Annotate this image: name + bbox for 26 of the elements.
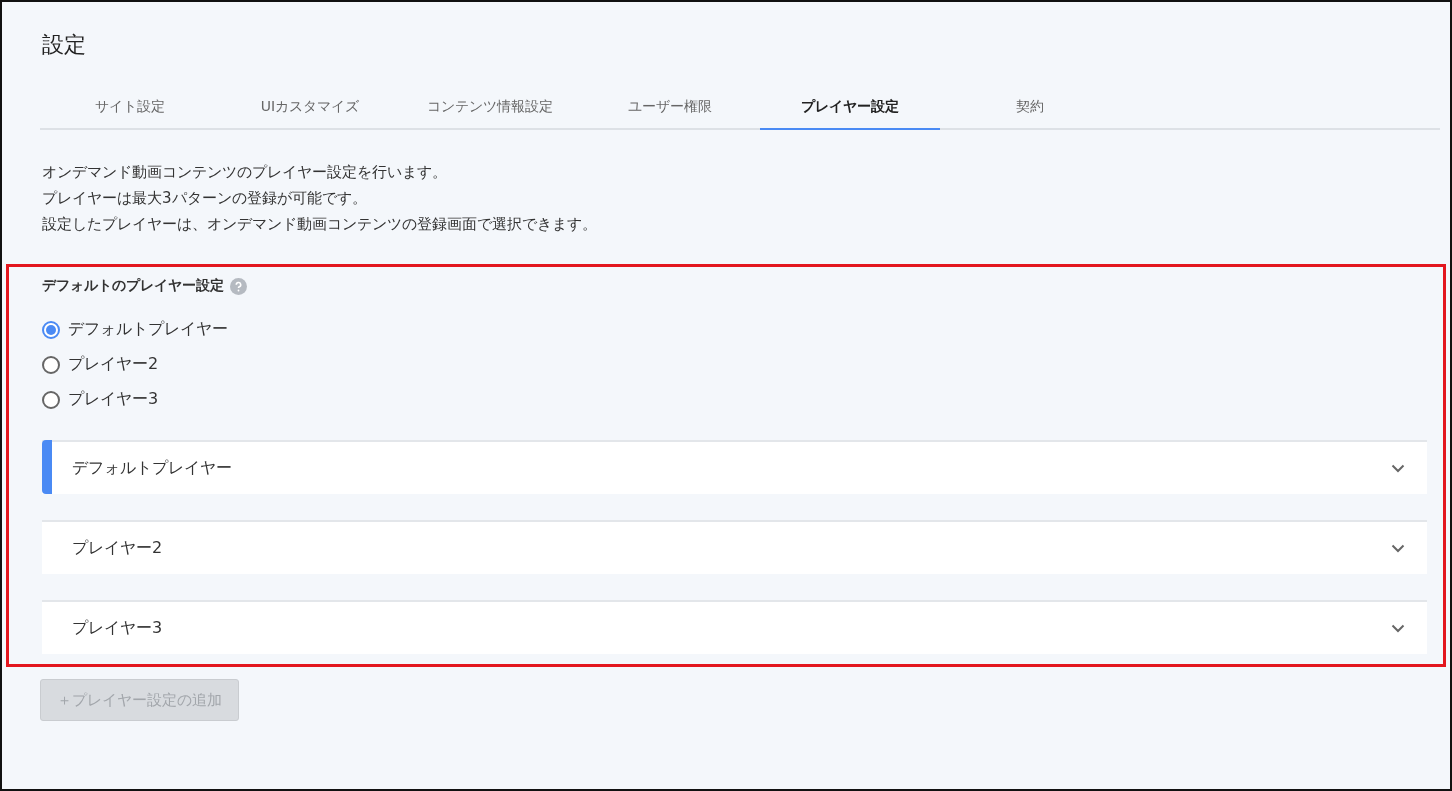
player-accordion[interactable]: プレイヤー3 <box>42 600 1427 654</box>
settings-tab[interactable]: プレイヤー設定 <box>760 90 940 130</box>
radio-icon[interactable] <box>42 355 60 374</box>
description-text: プレイヤーは最大3パターンの登録が可能です。 <box>42 188 368 208</box>
player-radio[interactable]: プレイヤー2 <box>42 354 1427 375</box>
section-label: デフォルトのプレイヤー設定 <box>42 277 224 295</box>
player-radio[interactable]: デフォルトプレイヤー <box>42 319 1427 340</box>
description-text: 設定したプレイヤーは、オンデマンド動画コンテンツの登録画面で選択できます。 <box>42 214 598 234</box>
player-accordion[interactable]: デフォルトプレイヤー <box>42 440 1427 494</box>
accordion-title: デフォルトプレイヤー <box>72 457 232 479</box>
player-radio[interactable]: プレイヤー3 <box>42 389 1427 410</box>
radio-label: プレイヤー3 <box>68 389 159 410</box>
settings-tab[interactable]: 契約 <box>940 90 1120 130</box>
settings-tab[interactable]: サイト設定 <box>40 90 220 130</box>
page-title: 設定 <box>42 31 87 59</box>
player-accordion[interactable]: プレイヤー2 <box>42 520 1427 574</box>
accordion-title: プレイヤー2 <box>72 537 163 559</box>
radio-label: デフォルトプレイヤー <box>68 319 228 340</box>
radio-label: プレイヤー2 <box>68 354 159 375</box>
description-text: オンデマンド動画コンテンツのプレイヤー設定を行います。 <box>42 162 448 182</box>
radio-icon[interactable] <box>42 320 60 339</box>
accordion-title: プレイヤー3 <box>72 617 163 639</box>
settings-tab[interactable]: ユーザー権限 <box>580 90 760 130</box>
settings-tab[interactable]: コンテンツ情報設定 <box>400 90 580 130</box>
settings-tab[interactable]: UIカスタマイズ <box>220 90 400 130</box>
radio-icon[interactable] <box>42 390 60 409</box>
